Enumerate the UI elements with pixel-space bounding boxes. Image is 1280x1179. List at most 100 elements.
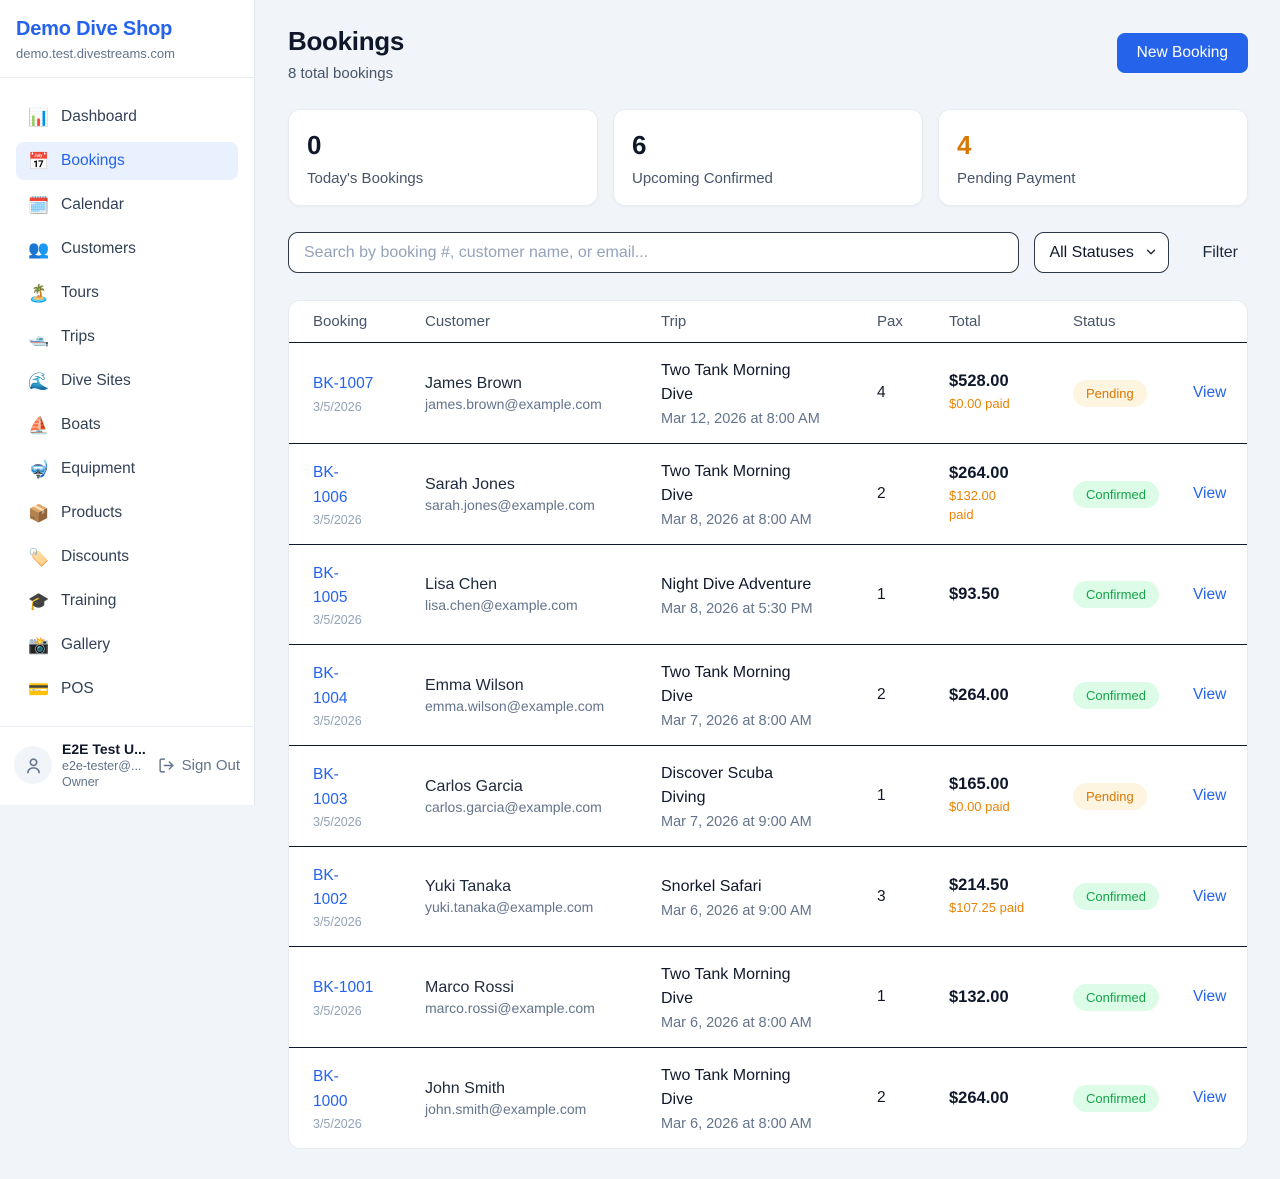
app-root: Demo Dive Shop demo.test.divestreams.com… [0, 0, 1280, 1179]
graduation-cap-icon: 🎓 [28, 593, 48, 610]
view-cell: View [1193, 686, 1226, 704]
trip-cell: Two Tank MorningDive Mar 7, 2026 at 8:00… [661, 661, 877, 729]
user-section: E2E Test U... e2e-tester@... Owner Sign … [0, 726, 254, 805]
customer-email: john.smith@example.com [425, 1101, 661, 1117]
sidebar-item-pos[interactable]: 💳 POS [16, 670, 238, 708]
total-amount: $93.50 [949, 585, 1073, 604]
customer-name: John Smith [425, 1080, 661, 1098]
status-cell: Confirmed [1073, 481, 1193, 508]
pax-cell: 2 [877, 1089, 949, 1107]
trip-cell: Two Tank MorningDive Mar 12, 2026 at 8:0… [661, 359, 877, 427]
customer-email: emma.wilson@example.com [425, 698, 661, 714]
column-header-customer: Customer [425, 313, 661, 330]
search-input[interactable] [288, 232, 1019, 273]
booking-cell: BK-1005 3/5/2026 [313, 562, 425, 627]
view-link[interactable]: View [1193, 485, 1226, 502]
status-cell: Confirmed [1073, 682, 1193, 709]
total-amount: $264.00 [949, 686, 1073, 705]
booking-cell: BK-1004 3/5/2026 [313, 662, 425, 727]
table-row: BK-1005 3/5/2026 Lisa Chen lisa.chen@exa… [289, 545, 1247, 645]
view-link[interactable]: View [1193, 988, 1226, 1005]
total-amount: $132.00 [949, 988, 1073, 1007]
status-badge: Confirmed [1073, 581, 1159, 608]
sidebar-item-bookings[interactable]: 📅 Bookings [16, 142, 238, 180]
brand-domain: demo.test.divestreams.com [16, 46, 238, 61]
island-icon: 🏝️ [28, 285, 48, 302]
view-link[interactable]: View [1193, 888, 1226, 905]
status-cell: Pending [1073, 380, 1193, 407]
booking-id-link[interactable]: BK-1002 [313, 864, 425, 912]
stat-card-upcoming-confirmed: 6 Upcoming Confirmed [613, 109, 923, 206]
total-cell: $132.00 [949, 988, 1073, 1007]
booking-id-link[interactable]: BK-1004 [313, 662, 425, 710]
customer-cell: James Brown james.brown@example.com [425, 375, 661, 412]
filter-button[interactable]: Filter [1184, 244, 1248, 262]
total-amount: $264.00 [949, 1089, 1073, 1108]
status-badge: Confirmed [1073, 984, 1159, 1011]
booking-id-link[interactable]: BK-1001 [313, 976, 425, 1000]
booking-cell: BK-1002 3/5/2026 [313, 864, 425, 929]
booking-cell: BK-1007 3/5/2026 [313, 372, 425, 413]
view-link[interactable]: View [1193, 384, 1226, 401]
sign-out-label: Sign Out [182, 757, 240, 774]
customer-email: marco.rossi@example.com [425, 1000, 661, 1016]
status-cell: Confirmed [1073, 1085, 1193, 1112]
trip-cell: Snorkel Safari Mar 6, 2026 at 9:00 AM [661, 875, 877, 919]
new-booking-button[interactable]: New Booking [1117, 33, 1248, 73]
view-link[interactable]: View [1193, 1089, 1226, 1106]
booking-id-link[interactable]: BK-1007 [313, 372, 425, 396]
sidebar-item-dive-sites[interactable]: 🌊 Dive Sites [16, 362, 238, 400]
trip-datetime: Mar 8, 2026 at 8:00 AM [661, 512, 877, 528]
sidebar-item-gallery[interactable]: 📸 Gallery [16, 626, 238, 664]
view-link[interactable]: View [1193, 586, 1226, 603]
booking-id-link[interactable]: BK-1006 [313, 461, 425, 509]
table-row: BK-1004 3/5/2026 Emma Wilson emma.wilson… [289, 645, 1247, 746]
sidebar-item-equipment[interactable]: 🤿 Equipment [16, 450, 238, 488]
sidebar-item-calendar[interactable]: 🗓️ Calendar [16, 186, 238, 224]
sign-out-button[interactable]: Sign Out [158, 757, 240, 774]
sidebar-item-customers[interactable]: 👥 Customers [16, 230, 238, 268]
customer-cell: Carlos Garcia carlos.garcia@example.com [425, 778, 661, 815]
total-amount: $165.00 [949, 775, 1073, 794]
sailboat-icon: ⛵ [28, 417, 48, 434]
view-link[interactable]: View [1193, 787, 1226, 804]
status-filter-select[interactable]: All Statuses [1034, 232, 1169, 273]
customer-email: carlos.garcia@example.com [425, 799, 661, 815]
total-amount: $264.00 [949, 464, 1073, 483]
sidebar-item-discounts[interactable]: 🏷️ Discounts [16, 538, 238, 576]
person-icon [24, 756, 43, 775]
sidebar-item-training[interactable]: 🎓 Training [16, 582, 238, 620]
booking-id-link[interactable]: BK-1003 [313, 763, 425, 811]
booking-cell: BK-1003 3/5/2026 [313, 763, 425, 828]
customer-cell: Emma Wilson emma.wilson@example.com [425, 677, 661, 714]
booking-id-link[interactable]: BK-1000 [313, 1065, 425, 1113]
trip-datetime: Mar 8, 2026 at 5:30 PM [661, 601, 877, 617]
stat-card-today's-bookings: 0 Today's Bookings [288, 109, 598, 206]
booking-id-link[interactable]: BK-1005 [313, 562, 425, 610]
booking-date: 3/5/2026 [313, 915, 425, 929]
view-link[interactable]: View [1193, 686, 1226, 703]
diving-mask-icon: 🤿 [28, 461, 48, 478]
label-tag-icon: 🏷️ [28, 549, 48, 566]
trip-name: Two Tank MorningDive [661, 359, 877, 407]
booking-date: 3/5/2026 [313, 1004, 425, 1018]
page-title: Bookings [288, 26, 404, 57]
status-cell: Confirmed [1073, 984, 1193, 1011]
spiral-calendar-icon: 🗓️ [28, 197, 48, 214]
main-content: Bookings 8 total bookings New Booking 0 … [255, 0, 1280, 1179]
pax-cell: 1 [877, 988, 949, 1006]
sidebar-item-trips[interactable]: 🛥️ Trips [16, 318, 238, 356]
view-cell: View [1193, 485, 1226, 503]
sidebar-item-products[interactable]: 📦 Products [16, 494, 238, 532]
column-header-status: Status [1073, 313, 1193, 330]
trip-name: Two Tank MorningDive [661, 1064, 877, 1112]
booking-date: 3/5/2026 [313, 714, 425, 728]
sidebar-item-tours[interactable]: 🏝️ Tours [16, 274, 238, 312]
sidebar-item-boats[interactable]: ⛵ Boats [16, 406, 238, 444]
pax-cell: 1 [877, 586, 949, 604]
user-name: E2E Test U... [62, 741, 148, 757]
total-cell: $264.00 $132.00paid [949, 464, 1073, 525]
sidebar-item-dashboard[interactable]: 📊 Dashboard [16, 98, 238, 136]
table-row: BK-1002 3/5/2026 Yuki Tanaka yuki.tanaka… [289, 847, 1247, 947]
view-cell: View [1193, 586, 1226, 604]
